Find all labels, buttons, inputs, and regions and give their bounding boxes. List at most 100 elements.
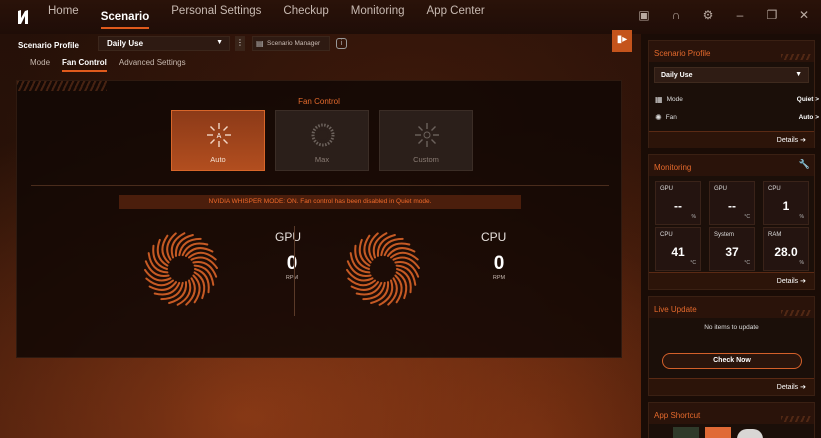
decorative-stripes xyxy=(17,81,107,91)
monitor-cell-unit: % xyxy=(691,214,696,220)
scenario-profile-details-bar: Details ➔ xyxy=(649,131,814,148)
app-shortcut-card: App Shortcut xyxy=(648,402,815,438)
scenario-profile-card: Scenario Profile Daily Use ▼ ▦ Mode Quie… xyxy=(648,40,819,148)
window-controls: ▣ ∩ ⚙ – ❐ ✕ xyxy=(637,8,811,22)
live-update-details-bar: Details ➔ xyxy=(649,378,814,395)
monitor-cell-unit: °C xyxy=(744,214,750,220)
nav-checkup[interactable]: Checkup xyxy=(283,5,328,29)
sidebar-fan-row[interactable]: ✺ Fan Auto > xyxy=(655,113,819,122)
close-icon[interactable]: ✕ xyxy=(797,8,811,22)
decorative-stripes xyxy=(781,310,811,316)
live-update-card-title: Live Update xyxy=(649,297,814,318)
fan-custom-icon xyxy=(415,123,439,147)
whisper-mode-warning: NVIDIA WHISPER MODE: ON. Fan control has… xyxy=(119,195,521,209)
monitor-cell-value: 1 xyxy=(782,199,790,213)
monitor-cell-unit: % xyxy=(799,214,804,220)
scenario-profile-details-link[interactable]: Details ➔ xyxy=(777,136,806,144)
monitor-cpu-temp: CPU 41 °C xyxy=(655,227,701,271)
scenario-manager-label: Scenario Manager xyxy=(267,40,321,47)
live-update-message: No items to update xyxy=(704,324,759,331)
folder-icon: ▤ xyxy=(256,39,264,48)
sidebar-profile-dropdown[interactable]: Daily Use ▼ xyxy=(654,67,809,83)
fan-mode-selector: A Auto Max Custom xyxy=(171,110,473,171)
app-shortcut-tile[interactable] xyxy=(705,427,731,438)
scenario-manager-button[interactable]: ▤ Scenario Manager xyxy=(252,36,330,51)
nav-monitoring[interactable]: Monitoring xyxy=(351,5,405,29)
cpu-fan-graphic xyxy=(346,232,420,306)
sidebar-profile-value: Daily Use xyxy=(661,72,693,79)
fan-control-panel: Fan Control A Auto Max Custom NVIDIA WHI… xyxy=(16,80,622,358)
fan-mode-auto[interactable]: A Auto xyxy=(171,110,265,171)
monitor-cell-value: -- xyxy=(674,199,682,213)
svg-text:A: A xyxy=(217,133,222,140)
more-options-icon[interactable]: ⋮ xyxy=(235,36,245,51)
info-icon[interactable]: i xyxy=(336,38,347,49)
nav-personal-settings[interactable]: Personal Settings xyxy=(171,5,261,29)
clipboard-icon[interactable]: ▣ xyxy=(637,8,651,22)
fan-mode-custom[interactable]: Custom xyxy=(379,110,473,171)
app-shortcut-card-title: App Shortcut xyxy=(649,403,814,424)
monitor-ram-usage: RAM 28.0 % xyxy=(763,227,809,271)
scenario-profile-card-title: Scenario Profile xyxy=(649,41,814,62)
fan-mode-max-label: Max xyxy=(314,155,330,164)
scenario-profile-bar: Scenario Profile Daily Use ▼ ⋮ ▤ Scenari… xyxy=(0,34,640,56)
sidebar-mode-row[interactable]: ▦ Mode Quiet > xyxy=(655,95,819,104)
tab-fan-control[interactable]: Fan Control xyxy=(62,58,107,72)
scenario-profile-label: Scenario Profile xyxy=(18,40,79,50)
collapse-sidebar-icon[interactable]: ▮▸ xyxy=(612,30,632,52)
check-now-button[interactable]: Check Now xyxy=(662,353,802,369)
fan-mode-max[interactable]: Max xyxy=(275,110,369,171)
live-update-details-link[interactable]: Details ➔ xyxy=(777,383,806,391)
fan-auto-icon: A xyxy=(207,123,231,147)
gpu-fan-rpm: 0 xyxy=(286,253,298,274)
nav-app-center[interactable]: App Center xyxy=(427,5,485,29)
scenario-profile-dropdown[interactable]: Daily Use ▼ xyxy=(98,36,230,51)
gpu-fan-rpm-unit: RPM xyxy=(285,275,299,281)
monitor-cell-value: 37 xyxy=(725,245,739,259)
live-update-card: Live Update No items to update Check Now… xyxy=(648,296,815,396)
divider xyxy=(31,185,609,186)
monitor-cell-unit: % xyxy=(799,260,804,266)
headset-icon[interactable]: ∩ xyxy=(669,8,683,22)
app-shortcut-card-title-text: App Shortcut xyxy=(654,411,701,420)
chevron-down-icon: ▼ xyxy=(795,71,802,78)
decorative-stripes xyxy=(781,54,811,60)
restore-icon[interactable]: ❐ xyxy=(765,8,779,22)
monitor-cell-title: CPU xyxy=(768,186,781,192)
monitor-cell-title: GPU xyxy=(660,186,674,192)
app-shortcut-tile[interactable] xyxy=(737,429,763,438)
fan-mode-custom-label: Custom xyxy=(413,155,439,164)
fan-separator xyxy=(294,226,295,316)
minimize-icon[interactable]: – xyxy=(733,8,747,22)
tab-mode[interactable]: Mode xyxy=(30,58,50,72)
monitoring-card-title: Monitoring 🔧 xyxy=(649,155,814,176)
monitoring-card-title-text: Monitoring xyxy=(654,163,692,172)
live-update-card-title-text: Live Update xyxy=(654,305,697,314)
monitor-cell-title: System xyxy=(714,232,735,238)
monitoring-card: Monitoring 🔧 GPU -- % GPU -- °C CPU 1 % … xyxy=(648,154,815,290)
gpu-fan-graphic xyxy=(144,232,218,306)
fan-row-label: Fan xyxy=(665,114,677,121)
monitor-gpu-temp: GPU -- °C xyxy=(709,181,755,225)
app-shortcut-tile[interactable] xyxy=(673,427,699,438)
cpu-fan-rpm-unit: RPM xyxy=(492,275,506,281)
monitoring-details-link[interactable]: Details ➔ xyxy=(777,277,806,285)
nav-home[interactable]: Home xyxy=(48,5,79,29)
fan-mode-auto-label: Auto xyxy=(210,155,226,164)
monitor-cell-title: GPU xyxy=(714,186,728,192)
fan-icon: ✺ xyxy=(655,113,662,122)
main-nav: Home Scenario Personal Settings Checkup … xyxy=(48,5,485,29)
nav-scenario[interactable]: Scenario xyxy=(100,11,150,29)
tab-advanced-settings[interactable]: Advanced Settings xyxy=(119,58,186,72)
mode-row-label: Mode xyxy=(666,96,683,103)
cpu-fan-label: CPU xyxy=(481,230,507,244)
wrench-icon[interactable]: 🔧 xyxy=(799,159,810,170)
gear-icon[interactable]: ⚙ xyxy=(701,8,715,22)
monitor-cpu-usage: CPU 1 % xyxy=(763,181,809,225)
fan-control-title: Fan Control xyxy=(298,97,340,106)
monitor-gpu-usage: GPU -- % xyxy=(655,181,701,225)
fan-max-icon xyxy=(311,123,335,147)
monitor-cell-title: CPU xyxy=(660,232,673,238)
mode-grid-icon: ▦ xyxy=(655,95,663,104)
monitor-cell-value: -- xyxy=(728,199,736,213)
